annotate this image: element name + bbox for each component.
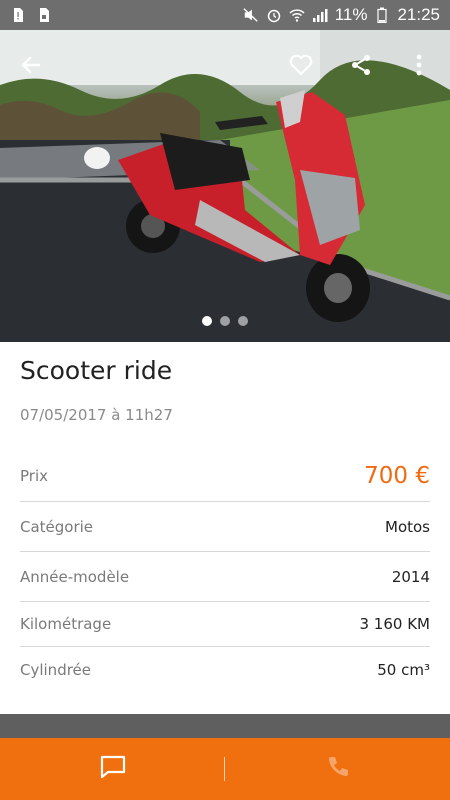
phone-icon [325, 754, 351, 784]
more-options-button[interactable] [404, 50, 434, 84]
share-icon [349, 53, 373, 81]
year-value: 2014 [391, 567, 430, 586]
chat-bubble-icon [99, 754, 127, 784]
battery-percent: 11% [334, 5, 368, 24]
year-label: Année-modèle [20, 567, 130, 586]
pagination-dot-1[interactable] [202, 316, 212, 326]
favorite-button[interactable] [284, 50, 318, 84]
arrow-left-icon [19, 53, 43, 81]
status-right: 11% 21:25 [243, 5, 440, 25]
wifi-icon [289, 7, 305, 23]
heart-outline-icon [288, 53, 314, 81]
detail-row-mileage: Kilométrage 3 160 KM [20, 602, 430, 647]
status-time: 21:25 [397, 5, 440, 24]
category-value: Motos [385, 517, 430, 536]
sim-warning-icon [10, 7, 26, 23]
photo-pagination [0, 316, 450, 326]
listing-details-card: Scooter ride 07/05/2017 à 11h27 Prix 700… [0, 342, 450, 714]
message-button[interactable] [0, 738, 225, 800]
price-value: 700 € [364, 462, 430, 489]
status-bar: 11% 21:25 [0, 0, 450, 30]
photo-toolbar [0, 30, 450, 100]
share-button[interactable] [344, 50, 378, 84]
detail-row-year: Année-modèle 2014 [20, 552, 430, 602]
listing-title: Scooter ride [20, 356, 173, 385]
next-section-peek [0, 714, 450, 738]
call-button[interactable] [225, 738, 450, 800]
listing-photo[interactable] [0, 30, 450, 342]
mileage-label: Kilométrage [20, 615, 112, 633]
contact-action-bar [0, 738, 450, 800]
alarm-icon [266, 7, 282, 23]
detail-row-engine: Cylindrée 50 cm³ [20, 647, 430, 692]
back-button[interactable] [14, 50, 48, 84]
price-label: Prix [20, 466, 48, 485]
category-label: Catégorie [20, 517, 94, 536]
listing-date: 07/05/2017 à 11h27 [20, 406, 173, 424]
pagination-dot-3[interactable] [238, 316, 248, 326]
action-divider [224, 757, 225, 781]
battery-icon [374, 7, 390, 23]
engine-label: Cylindrée [20, 660, 92, 679]
sd-card-icon [36, 7, 52, 23]
price-row: Prix 700 € [20, 450, 430, 502]
mute-icon [243, 7, 259, 23]
more-vertical-icon [416, 54, 422, 80]
mileage-value: 3 160 KM [359, 615, 431, 633]
signal-icon [312, 7, 328, 23]
status-left [10, 7, 52, 23]
detail-row-category: Catégorie Motos [20, 502, 430, 552]
engine-value: 50 cm³ [377, 660, 430, 679]
pagination-dot-2[interactable] [220, 316, 230, 326]
